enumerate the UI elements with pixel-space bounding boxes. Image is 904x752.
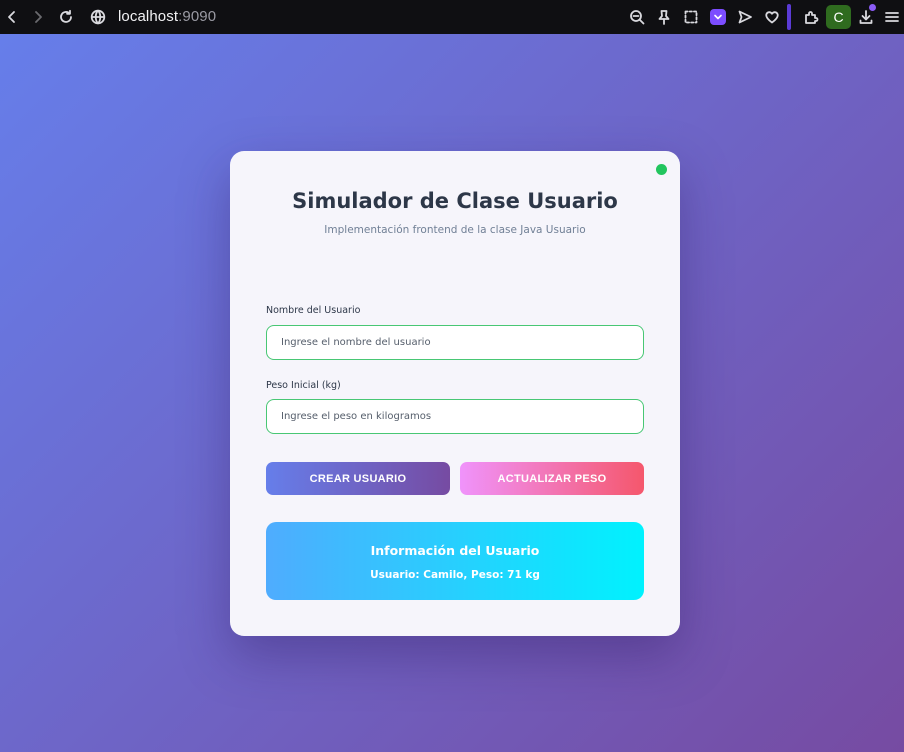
name-label: Nombre del Usuario <box>266 305 361 316</box>
info-title: Información del Usuario <box>370 543 540 558</box>
forward-icon[interactable] <box>29 8 47 26</box>
profile-avatar[interactable]: C <box>826 5 851 29</box>
menu-icon[interactable] <box>883 8 901 26</box>
pin-icon[interactable] <box>655 8 673 26</box>
back-icon[interactable] <box>3 8 21 26</box>
extensions-icon[interactable] <box>802 8 820 26</box>
update-weight-button[interactable]: ACTUALIZAR PESO <box>460 462 644 495</box>
weight-label: Peso Inicial (kg) <box>266 380 341 391</box>
send-icon[interactable] <box>736 8 754 26</box>
address-bar[interactable]: localhost:9090 <box>118 8 216 25</box>
site-info-icon[interactable] <box>89 8 107 26</box>
toolbar-divider <box>787 4 791 30</box>
name-input[interactable] <box>266 325 644 360</box>
status-indicator <box>656 164 667 175</box>
weight-input[interactable] <box>266 399 644 434</box>
create-user-button[interactable]: CREAR USUARIO <box>266 462 450 495</box>
url-host: localhost <box>118 8 179 25</box>
pocket-icon[interactable] <box>709 8 727 26</box>
info-text: Usuario: Camilo, Peso: 71 kg <box>370 569 540 581</box>
browser-toolbar: localhost:9090 C <box>0 0 904 34</box>
download-badge <box>869 4 876 11</box>
user-card: Simulador de Clase Usuario Implementació… <box>230 151 680 636</box>
heart-icon[interactable] <box>763 8 781 26</box>
zoom-out-icon[interactable] <box>628 8 646 26</box>
reload-icon[interactable] <box>57 8 75 26</box>
user-info-panel: Información del Usuario Usuario: Camilo,… <box>266 522 644 600</box>
card-title: Simulador de Clase Usuario <box>292 189 618 213</box>
card-subtitle: Implementación frontend de la clase Java… <box>324 224 586 236</box>
screenshot-icon[interactable] <box>682 8 700 26</box>
page-background: Simulador de Clase Usuario Implementació… <box>0 34 904 752</box>
url-port: :9090 <box>178 8 217 25</box>
